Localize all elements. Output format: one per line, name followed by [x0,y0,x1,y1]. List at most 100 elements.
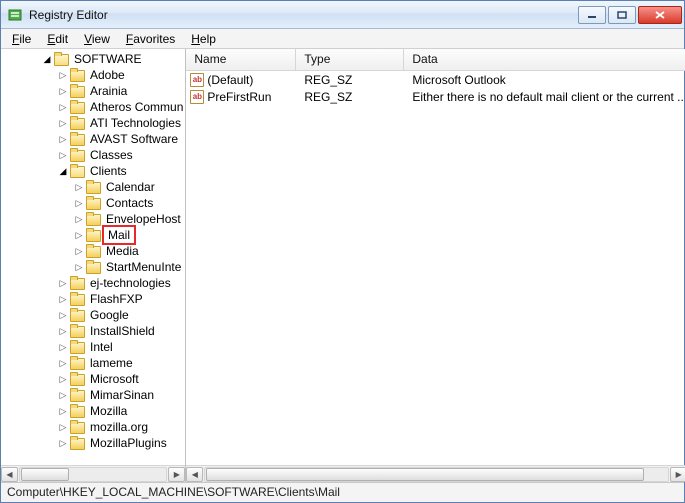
column-header-name[interactable]: Name [186,49,296,70]
tree-node[interactable]: ▷Classes [1,147,185,163]
expand-arrow-icon[interactable]: ▷ [57,67,69,83]
expand-arrow-icon[interactable]: ▷ [57,371,69,387]
tree-node-label: Mozilla [88,403,129,419]
cell-name: abPreFirstRun [186,90,296,104]
expand-arrow-icon[interactable]: ▷ [57,339,69,355]
expand-arrow-icon[interactable]: ▷ [57,99,69,115]
folder-icon [69,420,85,434]
tree-node[interactable]: ▷Intel [1,339,185,355]
column-header-type[interactable]: Type [296,49,404,70]
tree-node[interactable]: ▷Atheros Commun [1,99,185,115]
folder-icon [85,244,101,258]
expand-arrow-icon[interactable]: ▷ [57,83,69,99]
tree-view[interactable]: ◢ SOFTWARE ▷Adobe▷Arainia▷Atheros Commun… [1,49,185,465]
collapse-arrow-icon[interactable]: ◢ [57,163,69,179]
menu-edit[interactable]: Edit [40,31,75,47]
expand-arrow-icon[interactable]: ▷ [57,403,69,419]
string-value-icon: ab [190,73,204,87]
maximize-button[interactable] [608,6,636,24]
tree-node[interactable]: ▷ Contacts [1,195,185,211]
tree-node[interactable]: ▷EnvelopeHost [1,211,185,227]
tree-node[interactable]: ▷ Mozilla [1,403,185,419]
tree-node[interactable]: ▷InstallShield [1,323,185,339]
folder-icon [85,260,101,274]
expand-arrow-icon[interactable]: ▷ [57,387,69,403]
tree-node-label: Contacts [104,195,155,211]
collapse-arrow-icon[interactable]: ◢ [41,51,53,67]
folder-icon [69,132,85,146]
expand-arrow-icon[interactable]: ▷ [73,227,85,243]
tree-horizontal-scrollbar[interactable]: ◀ ▶ [1,465,185,482]
tree-node[interactable]: ▷ MozillaPlugins [1,435,185,451]
table-row[interactable]: ab(Default)REG_SZMicrosoft Outlook [186,71,685,88]
tree-node-label: Media [104,243,141,259]
expand-arrow-icon[interactable]: ▷ [57,419,69,435]
tree-node[interactable]: ▷MimarSinan [1,387,185,403]
expand-arrow-icon[interactable]: ▷ [57,307,69,323]
expand-arrow-icon[interactable]: ▷ [57,291,69,307]
regedit-icon [7,7,23,23]
cell-name: ab(Default) [186,73,296,87]
expand-arrow-icon[interactable]: ▷ [73,179,85,195]
tree-node[interactable]: ▷FlashFXP [1,291,185,307]
statusbar: Computer\HKEY_LOCAL_MACHINE\SOFTWARE\Cli… [1,482,684,502]
tree-node-label: mozilla.org [88,419,150,435]
expand-arrow-icon[interactable]: ▷ [73,211,85,227]
expand-arrow-icon[interactable]: ▷ [73,195,85,211]
expand-arrow-icon[interactable]: ▷ [57,435,69,451]
tree-node[interactable]: ▷ StartMenuInte [1,259,185,275]
menu-favorites[interactable]: Favorites [119,31,182,47]
scroll-left-button[interactable]: ◀ [1,467,18,482]
tree-node-clients[interactable]: ◢ Clients [1,163,185,179]
scroll-track[interactable] [204,467,669,482]
window-buttons [576,6,682,24]
expand-arrow-icon[interactable]: ▷ [57,115,69,131]
expand-arrow-icon[interactable]: ▷ [57,323,69,339]
folder-icon [69,372,85,386]
list-view[interactable]: ab(Default)REG_SZMicrosoft OutlookabPreF… [186,71,685,465]
tree-node[interactable]: ▷Arainia [1,83,185,99]
expand-arrow-icon[interactable]: ▷ [73,243,85,259]
table-row[interactable]: abPreFirstRunREG_SZEither there is no de… [186,88,685,105]
tree-node[interactable]: ▷Calendar [1,179,185,195]
expand-arrow-icon[interactable]: ▷ [57,275,69,291]
expand-arrow-icon[interactable]: ▷ [73,259,85,275]
tree-node[interactable]: ▷Mail [1,227,185,243]
tree-node[interactable]: ▷ej-technologies [1,275,185,291]
tree-node[interactable]: ▷Adobe [1,67,185,83]
folder-icon [69,356,85,370]
titlebar[interactable]: Registry Editor [1,1,684,29]
scroll-thumb[interactable] [206,468,644,481]
tree-node-label: StartMenuInte [104,259,183,275]
string-value-icon: ab [190,90,204,104]
tree-node[interactable]: ▷lameme [1,355,185,371]
tree-node[interactable]: ▷ ATI Technologies [1,115,185,131]
content-area: ◢ SOFTWARE ▷Adobe▷Arainia▷Atheros Commun… [1,49,684,482]
tree-node-label: ATI Technologies [88,115,183,131]
list-horizontal-scrollbar[interactable]: ◀ ▶ [186,465,685,482]
tree-node[interactable]: ▷ mozilla.org [1,419,185,435]
menu-view[interactable]: View [77,31,117,47]
menu-file[interactable]: File [5,31,38,47]
folder-icon [69,68,85,82]
expand-arrow-icon[interactable]: ▷ [57,355,69,371]
expand-arrow-icon[interactable]: ▷ [57,131,69,147]
tree-node[interactable]: ▷AVAST Software [1,131,185,147]
minimize-button[interactable] [578,6,606,24]
tree-node[interactable]: ▷Google [1,307,185,323]
tree-node-label: MozillaPlugins [88,435,169,451]
scroll-right-button[interactable]: ▶ [168,467,185,482]
scroll-left-button[interactable]: ◀ [186,467,203,482]
folder-icon [69,308,85,322]
statusbar-path: Computer\HKEY_LOCAL_MACHINE\SOFTWARE\Cli… [7,485,340,499]
close-button[interactable] [638,6,682,24]
expand-arrow-icon[interactable]: ▷ [57,147,69,163]
tree-node[interactable]: ▷ Media [1,243,185,259]
tree-node-software[interactable]: ◢ SOFTWARE [1,51,185,67]
column-header-data[interactable]: Data [404,49,685,70]
scroll-track[interactable] [19,467,167,482]
scroll-thumb[interactable] [21,468,69,481]
tree-node[interactable]: ▷Microsoft [1,371,185,387]
menu-help[interactable]: Help [184,31,223,47]
scroll-right-button[interactable]: ▶ [670,467,685,482]
